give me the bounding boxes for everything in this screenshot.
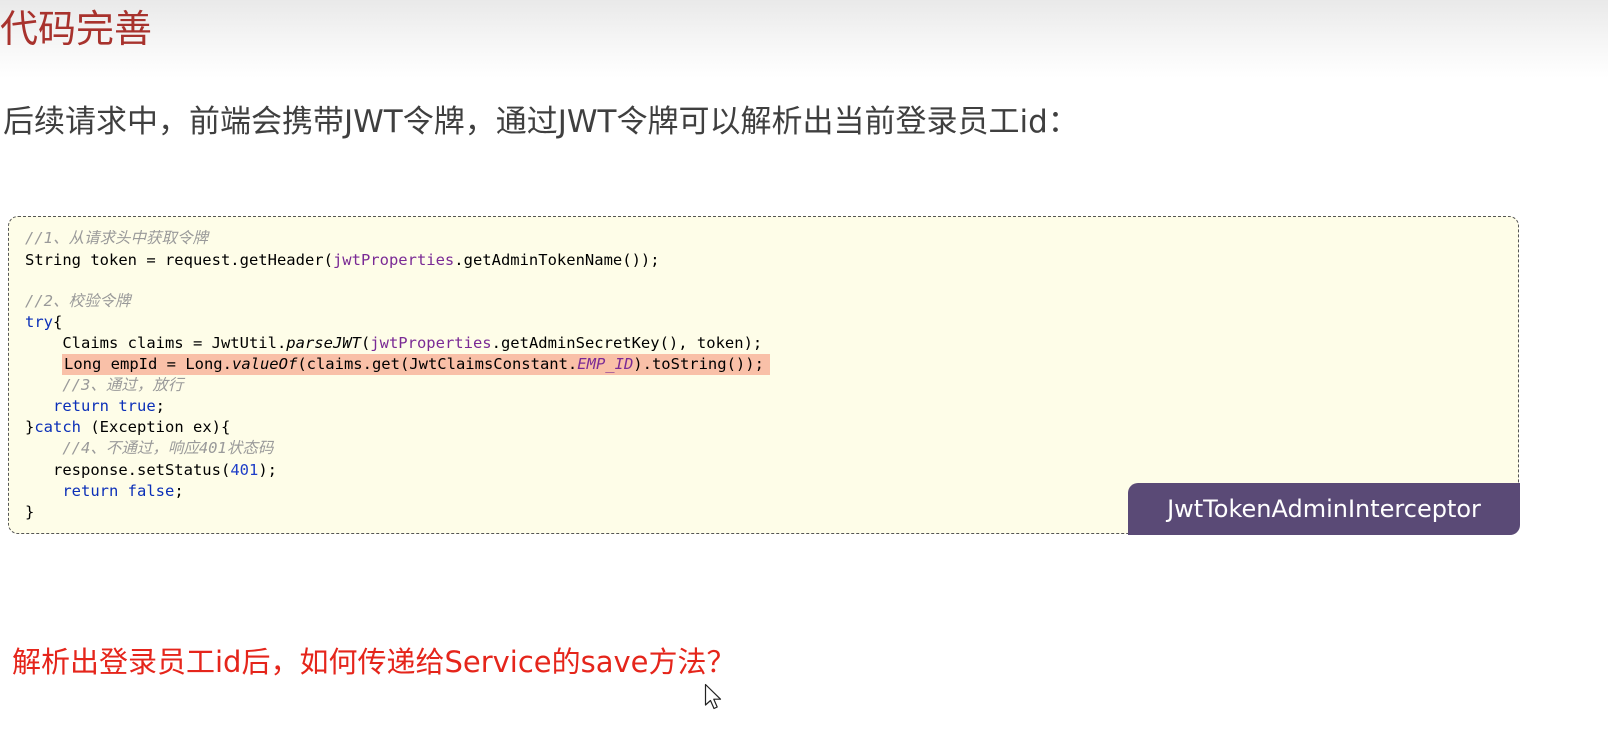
mouse-pointer-icon [704,683,722,710]
slide-title: 代码完善 [0,7,153,51]
code-keyword: try [25,313,53,331]
code-line-1: //1、从请求头中获取令牌 [25,228,208,249]
code-line-7-highlighted: Long empId = Long.valueOf(claims.get(Jwt… [62,354,770,375]
code-token: ( [360,334,371,352]
code-comment: //3、通过，放行 [25,376,184,394]
code-field: jwtProperties [332,251,455,269]
code-field: jwtProperties [370,334,492,352]
slide-header-band [0,0,1608,78]
code-token: ; [155,397,165,415]
code-token: (Exception ex){ [81,418,231,436]
code-token: response.setStatus( [25,461,231,479]
code-line-10: }catch (Exception ex){ [25,417,230,438]
slide-subtitle: 后续请求中，前端会携带JWT令牌，通过JWT令牌可以解析出当前登录员工id： [3,104,1079,140]
code-token: ); [258,461,277,479]
code-method: parseJWT [286,334,361,352]
code-keyword: return true [53,397,156,415]
code-token: String token = request.getHeader( [25,251,333,269]
question-text: 解析出登录员工id后，如何传递给Service的save方法？ [12,645,736,679]
code-comment: //2、校验令牌 [25,292,131,310]
code-line-9: return true; [25,396,165,417]
code-token: ).toString()); [633,355,764,373]
code-token: } [25,418,35,436]
code-token: { [53,313,63,331]
code-line-6: Claims claims = JwtUtil.parseJWT(jwtProp… [25,333,762,354]
code-keyword: catch [34,418,82,436]
code-line-13: return false; [25,481,184,502]
code-line-12: response.setStatus(401); [25,460,277,481]
code-token: ; [174,482,184,500]
code-token: Claims claims = JwtUtil. [25,334,287,352]
code-line-5: try{ [25,312,62,333]
code-line-8: //3、通过，放行 [25,375,183,396]
code-keyword: return false [62,482,175,500]
code-constant: EMP_ID [577,355,634,373]
code-line-14: } [25,502,34,523]
code-token: Long empId = Long. [64,355,232,373]
code-number: 401 [230,461,259,479]
class-name-label: JwtTokenAdminInterceptor [1128,483,1520,535]
code-comment: //4、不通过，响应401状态码 [25,439,274,457]
code-comment: //1、从请求头中获取令牌 [25,229,208,247]
code-method: valueOf [231,355,298,373]
code-token: (claims.get(JwtClaimsConstant. [297,355,578,373]
code-token: .getAdminTokenName()); [454,251,660,269]
code-line-4: //2、校验令牌 [25,291,131,312]
code-token: } [25,503,35,521]
code-line-11: //4、不通过，响应401状态码 [25,438,273,459]
code-token: .getAdminSecretKey(), token); [491,334,763,352]
code-line-2: String token = request.getHeader(jwtProp… [25,250,660,271]
